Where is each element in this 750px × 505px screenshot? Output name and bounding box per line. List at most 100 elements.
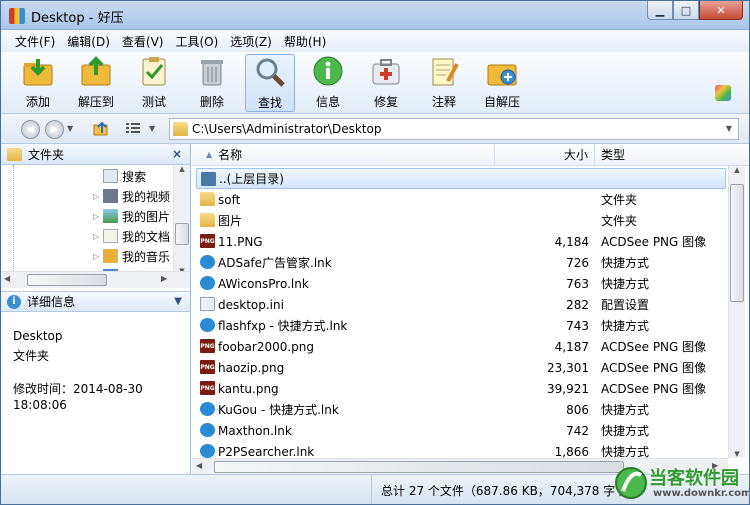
file-row[interactable]: desktop.ini 282 配置设置 <box>196 294 726 315</box>
back-button[interactable]: ◀ <box>21 120 40 139</box>
add-button[interactable]: 添加 <box>15 54 61 112</box>
address-dropdown-icon[interactable]: ▼ <box>726 124 732 133</box>
tree-vertical-scrollbar[interactable]: ▲ ▼ <box>173 165 190 275</box>
file-name: desktop.ini <box>218 297 284 312</box>
file-name: KuGou - 快捷方式.lnk <box>218 403 339 417</box>
test-button[interactable]: 测试 <box>131 54 177 112</box>
detail-time: 18:08:06 <box>13 398 67 412</box>
file-row[interactable]: PNG foobar2000.png 4,187 ACDSee PNG 图像 <box>196 336 726 357</box>
file-size: 806 <box>566 402 589 417</box>
file-row[interactable]: KuGou - 快捷方式.lnk 806 快捷方式 <box>196 399 726 420</box>
file-name: haozip.png <box>218 360 285 375</box>
extract-button[interactable]: 解压到 <box>73 54 119 112</box>
details-pane-header: i 详细信息 ▼ <box>1 291 190 312</box>
parent-directory-row[interactable]: ..(上层目录) <box>196 168 726 189</box>
file-name: 图片 <box>218 214 243 228</box>
tree-item-documents[interactable]: ▷ 我的文档 <box>93 226 170 246</box>
comment-button[interactable]: 注释 <box>421 54 467 112</box>
tree-item-search[interactable]: 搜索 <box>93 166 146 186</box>
file-type: 快捷方式 <box>601 403 650 417</box>
test-label: 测试 <box>141 95 166 109</box>
music-icon <box>103 249 118 263</box>
skin-icon[interactable] <box>715 85 731 101</box>
sfx-button[interactable]: 自解压 <box>479 54 525 112</box>
menu-tools[interactable]: 工具(O) <box>169 33 224 50</box>
forward-button[interactable]: ▶ <box>45 120 64 139</box>
folder-icon <box>173 122 188 136</box>
file-size: 1,866 <box>554 444 589 459</box>
detail-type: 文件夹 <box>13 349 50 363</box>
close-pane-button[interactable]: × <box>172 147 182 161</box>
column-size[interactable]: 大小 <box>495 144 595 165</box>
delete-button[interactable]: 删除 <box>189 54 235 112</box>
file-row[interactable]: soft 文件夹 <box>196 189 726 210</box>
file-name: ..(上层目录) <box>219 172 284 186</box>
file-size: 4,187 <box>554 339 589 354</box>
info-label: 信息 <box>315 95 340 109</box>
find-button[interactable]: 查找 <box>245 54 295 112</box>
watermark: 当客软件园 www.downkr.com <box>615 463 749 504</box>
file-type: 快捷方式 <box>601 319 650 333</box>
view-mode-icon[interactable] <box>125 122 141 135</box>
extract-icon <box>79 54 113 88</box>
maximize-button[interactable]: □ <box>673 1 699 20</box>
menu-options[interactable]: 选项(Z) <box>224 33 278 50</box>
add-archive-icon <box>21 54 55 88</box>
close-button[interactable]: ✕ <box>699 1 743 20</box>
file-row[interactable]: AWiconsPro.lnk 763 快捷方式 <box>196 273 726 294</box>
tree-item-videos[interactable]: ▷ 我的视频 <box>93 186 170 206</box>
minimize-button[interactable]: ▁ <box>647 1 673 20</box>
tree-horizontal-scrollbar[interactable]: ◀ ▶ <box>1 271 190 288</box>
file-size: 23,301 <box>547 360 589 375</box>
detail-modified: 修改时间：2014-08-30 <box>13 382 143 396</box>
test-clipboard-icon <box>137 54 171 88</box>
file-name: P2PSearcher.lnk <box>218 444 315 459</box>
file-name: ADSafe广告管家.lnk <box>218 256 332 270</box>
magnifier-icon <box>253 55 287 89</box>
file-list-vertical-scrollbar[interactable]: ▲ ▼ <box>728 166 745 458</box>
trash-icon <box>195 54 229 88</box>
file-type: ACDSee PNG 图像 <box>601 361 707 375</box>
tree-item-music[interactable]: ▷ 我的音乐 <box>93 246 170 266</box>
menu-help[interactable]: 帮助(H) <box>278 33 332 50</box>
view-mode-dropdown-icon[interactable]: ▼ <box>149 124 155 133</box>
folder-pane-header: 文件夹 × <box>1 144 190 165</box>
tree-item-pictures[interactable]: ▷ 我的图片 <box>93 206 170 226</box>
file-row[interactable]: 图片 文件夹 <box>196 210 726 231</box>
file-size: 4,184 <box>554 234 589 249</box>
file-row[interactable]: PNG kantu.png 39,921 ACDSee PNG 图像 <box>196 378 726 399</box>
address-toolbar: ◀ ▶ ▼ ▼ C:\Users\Administrator\Desktop ▼ <box>1 114 749 144</box>
file-name: Maxthon.lnk <box>218 423 292 438</box>
file-row[interactable]: PNG 11.PNG 4,184 ACDSee PNG 图像 <box>196 231 726 252</box>
address-path: C:\Users\Administrator\Desktop <box>192 122 382 136</box>
left-pane: 文件夹 × 搜索 ▷我的视频 ▷我的图片 ▷我的文档 ▷我的音乐 ▷下载 <box>1 144 191 474</box>
column-type[interactable]: 类型 <box>595 144 731 165</box>
file-row[interactable]: ADSafe广告管家.lnk 726 快捷方式 <box>196 252 726 273</box>
lnk-file-icon <box>200 276 215 290</box>
menu-file[interactable]: 文件(F) <box>9 33 61 50</box>
title-bar[interactable]: Desktop - 好压 ▁ □ ✕ <box>1 1 749 30</box>
up-folder-icon[interactable] <box>93 121 109 136</box>
menu-edit[interactable]: 编辑(D) <box>61 33 116 50</box>
watermark-name: 当客软件园 <box>649 468 739 489</box>
repair-label: 修复 <box>373 95 398 109</box>
history-dropdown-icon[interactable]: ▼ <box>67 124 73 133</box>
watermark-logo-icon <box>615 467 647 499</box>
address-field[interactable]: C:\Users\Administrator\Desktop ▼ <box>169 118 739 140</box>
first-aid-kit-icon <box>369 54 403 88</box>
menu-view[interactable]: 查看(V) <box>116 33 170 50</box>
column-name[interactable]: ▲ 名称 <box>192 144 495 165</box>
file-row[interactable]: PNG haozip.png 23,301 ACDSee PNG 图像 <box>196 357 726 378</box>
repair-button[interactable]: 修复 <box>363 54 409 112</box>
info-button[interactable]: 信息 <box>305 54 351 112</box>
detail-name: Desktop <box>13 329 63 343</box>
file-row[interactable]: flashfxp - 快捷方式.lnk 743 快捷方式 <box>196 315 726 336</box>
file-size: 743 <box>566 318 589 333</box>
collapse-details-icon[interactable]: ▼ <box>174 296 182 307</box>
menu-bar: 文件(F) 编辑(D) 查看(V) 工具(O) 选项(Z) 帮助(H) <box>1 30 749 52</box>
file-size: 742 <box>566 423 589 438</box>
search-folder-icon <box>103 169 118 183</box>
file-row[interactable]: Maxthon.lnk 742 快捷方式 <box>196 420 726 441</box>
file-type: 快捷方式 <box>601 256 650 270</box>
notepad-pencil-icon <box>427 54 461 88</box>
